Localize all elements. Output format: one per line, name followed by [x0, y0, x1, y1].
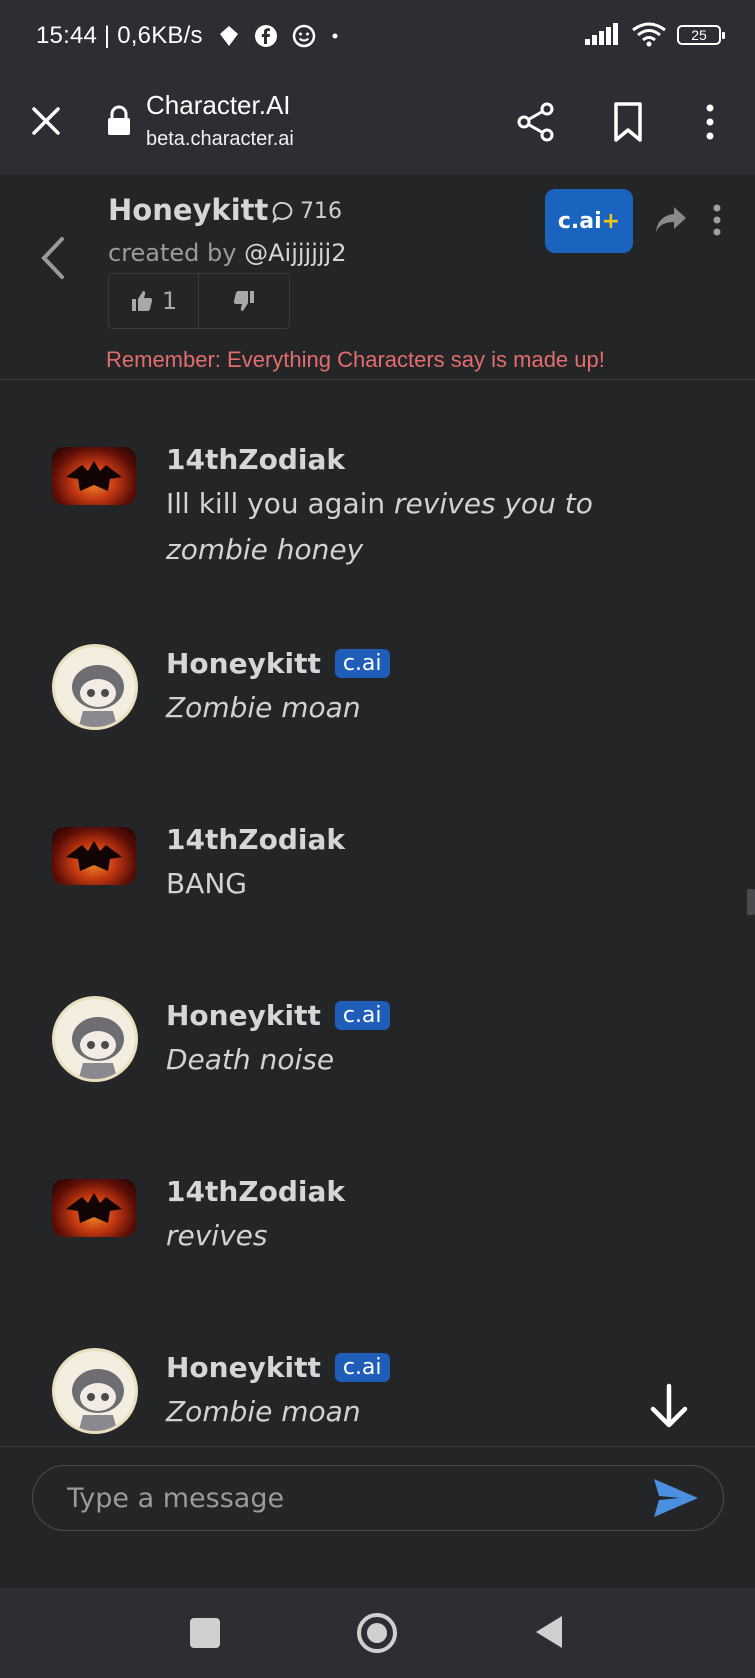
header-more-vert-icon[interactable] — [710, 203, 724, 237]
vote-box: 1 — [108, 273, 290, 329]
message-author: Honeykitt c.ai — [166, 999, 390, 1032]
chat-message-list[interactable]: 14thZodiak Ill kill you again revives yo… — [0, 381, 755, 1446]
disclaimer-text: Remember: Everything Characters say is m… — [106, 347, 605, 372]
diamond-notification-icon — [220, 26, 238, 46]
browser-url[interactable]: beta.character.ai — [146, 128, 294, 151]
home-button-icon[interactable] — [356, 1612, 398, 1654]
avatar[interactable] — [52, 644, 138, 730]
browser-toolbar: Character.AI beta.character.ai — [0, 75, 755, 175]
message-input[interactable] — [32, 1465, 724, 1531]
avatar[interactable] — [52, 1179, 136, 1237]
character-avatar-image — [72, 665, 124, 727]
scrollbar-thumb[interactable] — [747, 889, 755, 915]
character-name[interactable]: Honeykitt — [108, 193, 268, 227]
send-icon[interactable] — [652, 1477, 700, 1519]
like-count: 1 — [161, 287, 178, 315]
message-text: Zombie moan — [166, 1395, 361, 1428]
message-author: 14thZodiak — [166, 823, 345, 856]
chat-count: 716 — [272, 199, 342, 224]
close-icon[interactable] — [26, 101, 66, 141]
message-text: revives — [166, 1219, 268, 1252]
dragon-avatar-image — [66, 1193, 122, 1223]
back-chevron-icon[interactable] — [36, 235, 70, 281]
like-button[interactable]: 1 — [109, 274, 199, 328]
scroll-down-arrow-icon[interactable] — [645, 1382, 693, 1430]
browser-page-title: Character.AI — [146, 90, 291, 120]
back-triangle-icon[interactable] — [534, 1614, 564, 1650]
creator-prefix: created by — [108, 239, 245, 267]
message-author: 14thZodiak — [166, 1175, 345, 1208]
facebook-icon — [255, 25, 277, 47]
message-text: Zombie moan — [166, 691, 361, 724]
dislike-button[interactable] — [199, 274, 289, 328]
message-text: BANG — [166, 867, 248, 900]
cai-badge: c.ai — [334, 1353, 390, 1382]
bookmark-icon[interactable] — [610, 100, 646, 144]
message-author: Honeykitt c.ai — [166, 647, 390, 680]
thumbs-down-icon — [233, 291, 254, 311]
dragon-avatar-image — [66, 461, 122, 491]
message-author: 14thZodiak — [166, 443, 345, 476]
status-bar: 15:44 | 0,6KB/s 25 — [0, 0, 755, 75]
system-nav-bar — [0, 1588, 755, 1678]
cai-badge: c.ai — [334, 649, 390, 678]
avatar[interactable] — [52, 1348, 138, 1434]
thumbs-up-icon — [131, 291, 152, 311]
smiley-icon — [292, 24, 316, 48]
character-avatar-image — [72, 1369, 124, 1431]
creator-handle[interactable]: @Aijjjjjj2 — [244, 239, 346, 267]
avatar[interactable] — [52, 996, 138, 1082]
dragon-avatar-image — [66, 841, 122, 871]
avatar[interactable] — [52, 447, 136, 505]
cai-badge: c.ai — [334, 1001, 390, 1030]
share-arrow-icon[interactable] — [654, 205, 688, 235]
share-icon[interactable] — [514, 100, 558, 144]
message-text: Ill kill you again revives you to zombie… — [166, 487, 593, 566]
dot-icon — [332, 33, 338, 39]
wifi-icon — [632, 22, 666, 47]
cai-plus-suffix: + — [601, 208, 621, 234]
message-composer — [0, 1446, 755, 1588]
recents-button[interactable] — [190, 1618, 220, 1648]
message-author: Honeykitt c.ai — [166, 1351, 390, 1384]
chat-bubble-icon — [272, 201, 293, 223]
character-header: Honeykitt 716 created by @Aijjjjjj2 1 c.… — [0, 175, 755, 380]
chat-count-value: 716 — [300, 199, 342, 224]
notification-icons — [218, 24, 340, 48]
status-time: 15:44 | 0,6KB/s — [36, 22, 203, 49]
signal-icon — [585, 23, 618, 45]
creator-line: created by @Aijjjjjj2 — [108, 239, 347, 267]
cai-plus-button[interactable]: c.ai + — [545, 189, 633, 253]
character-avatar-image — [72, 1017, 124, 1079]
battery-icon: 25 — [677, 25, 725, 45]
lock-icon — [108, 105, 130, 135]
message-text: Death noise — [166, 1043, 335, 1076]
cai-plus-label: c.ai — [557, 208, 602, 234]
more-vert-icon[interactable] — [700, 100, 720, 144]
avatar[interactable] — [52, 827, 136, 885]
